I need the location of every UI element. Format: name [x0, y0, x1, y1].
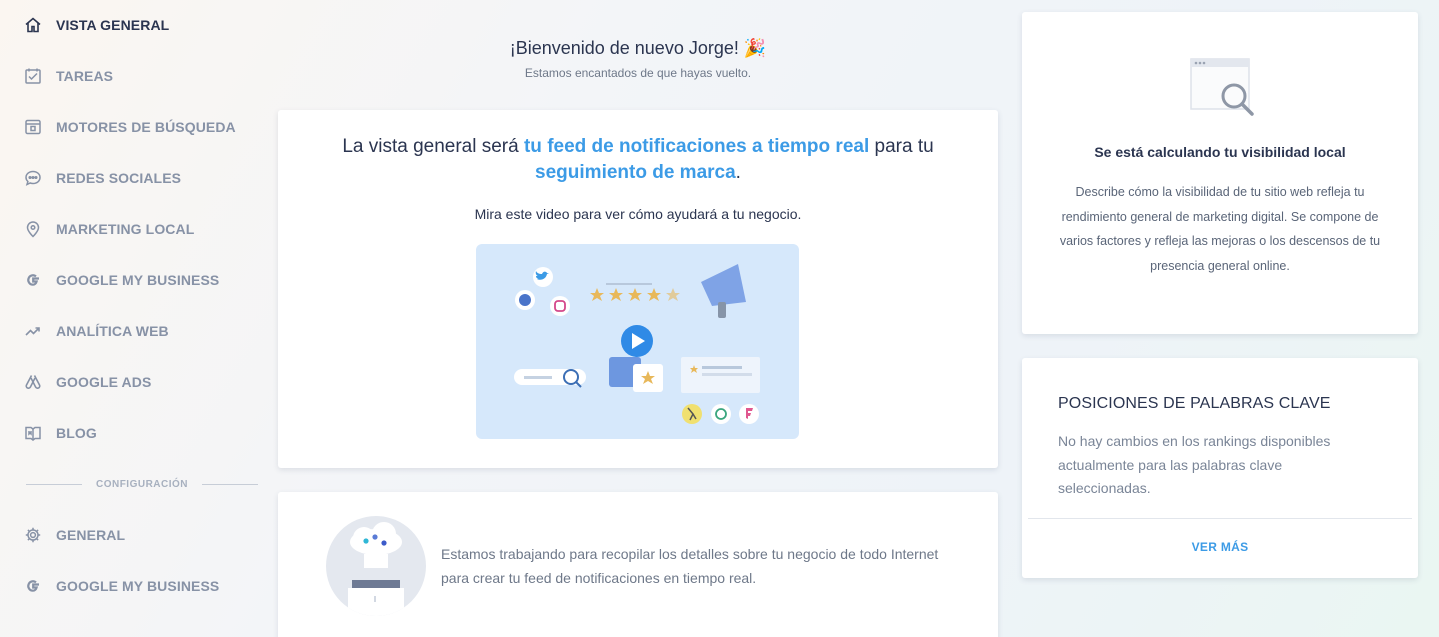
sidebar-item-label: GENERAL — [56, 527, 126, 543]
keyword-positions-card: POSICIONES DE PALABRAS CLAVE No hay camb… — [1022, 358, 1418, 578]
headline-text: . — [735, 162, 741, 183]
sidebar-item-label: MOTORES DE BÚSQUEDA — [56, 119, 236, 135]
settings-section-label: CONFIGURACIÓN — [95, 478, 189, 490]
gear-icon — [24, 526, 42, 544]
sidebar-item-general[interactable]: GENERAL — [24, 520, 125, 550]
see-more-link[interactable]: VER MÁS — [1022, 540, 1418, 554]
cloud-server-illustration — [326, 516, 426, 616]
sidebar-item-label: GOOGLE ADS — [56, 374, 152, 390]
play-icon — [621, 325, 653, 357]
headline-highlight: tu feed de notificaciones a tiempo real — [523, 136, 870, 157]
feed-subtitle: Mira este video para ver cómo ayudará a … — [474, 206, 802, 222]
feed-headline: La vista general será tu feed de notific… — [318, 134, 958, 186]
trend-icon — [24, 322, 42, 340]
sidebar-item-redes[interactable]: REDES SOCIALES — [24, 163, 181, 193]
browser-search-icon — [1190, 58, 1256, 118]
megaphone-icon — [701, 264, 746, 318]
visibility-title: Se está calculando tu visibilidad local — [1094, 144, 1346, 160]
sidebar-item-vista-general[interactable]: VISTA GENERAL — [24, 10, 169, 40]
feed-intro-card: La vista general será tu feed de notific… — [278, 110, 998, 468]
instagram-icon — [550, 296, 570, 316]
headline-text: La vista general será — [342, 136, 524, 157]
visibility-description: Describe cómo la visibilidad de tu sitio… — [1059, 185, 1381, 273]
sidebar-item-label: ANALÍTICA WEB — [56, 323, 169, 339]
sidebar-item-analitica[interactable]: ANALÍTICA WEB — [24, 316, 169, 346]
sidebar-item-google-my-business[interactable]: GOOGLE MY BUSINESS — [24, 265, 219, 295]
google-icon — [24, 271, 42, 289]
divider — [1028, 518, 1412, 519]
sidebar-item-label: TAREAS — [56, 68, 114, 84]
sidebar-item-settings-gmb[interactable]: GOOGLE MY BUSINESS — [24, 571, 219, 601]
sidebar-item-label: GOOGLE MY BUSINESS — [56, 578, 220, 594]
headline-highlight: seguimiento de marca — [535, 162, 736, 183]
map-pin-icon — [24, 220, 42, 238]
sidebar-item-marketing-local[interactable]: MARKETING LOCAL — [24, 214, 194, 244]
headline-text: para tu — [869, 136, 934, 157]
facebook-icon — [515, 290, 535, 310]
search-bar-illustration — [514, 369, 586, 388]
sidebar-item-tareas[interactable]: TAREAS — [24, 61, 113, 91]
chat-icon — [24, 169, 42, 187]
google-icon — [24, 577, 42, 595]
home-icon — [24, 16, 42, 34]
sidebar: VISTA GENERAL TAREAS MOTORES DE BÚSQUEDA… — [0, 0, 270, 637]
sidebar-item-label: GOOGLE MY BUSINESS — [56, 272, 220, 288]
local-visibility-card: Se está calculando tu visibilidad local … — [1022, 12, 1418, 334]
book-icon — [24, 424, 42, 442]
sidebar-item-blog[interactable]: BLOG — [24, 418, 97, 448]
keyword-positions-title: POSICIONES DE PALABRAS CLAVE — [1058, 395, 1331, 412]
browser-icon — [24, 118, 42, 136]
checkbox-icon — [24, 67, 42, 85]
sidebar-item-label: BLOG — [56, 425, 97, 441]
sidebar-item-label: MARKETING LOCAL — [56, 221, 195, 237]
sidebar-item-label: REDES SOCIALES — [56, 170, 182, 186]
sidebar-item-label: VISTA GENERAL — [56, 17, 170, 33]
welcome-subtitle: Estamos encantados de que hayas vuelto. — [524, 66, 752, 80]
rating-stars — [590, 288, 680, 301]
settings-section-divider: CONFIGURACIÓN — [26, 476, 258, 492]
keyword-positions-description: No hay cambios en los rankings disponibl… — [1058, 433, 1331, 496]
sidebar-item-motores[interactable]: MOTORES DE BÚSQUEDA — [24, 112, 236, 142]
twitter-icon — [533, 267, 553, 287]
intro-video-thumbnail[interactable] — [476, 244, 799, 439]
google-ads-icon — [24, 373, 42, 391]
welcome-title: ¡Bienvenido de nuevo Jorge! 🎉 — [509, 38, 767, 58]
review-card-illustration — [681, 357, 760, 393]
working-card: Estamos trabajando para recopilar los de… — [278, 492, 998, 637]
sidebar-item-google-ads[interactable]: GOOGLE ADS — [24, 367, 151, 397]
working-message: Estamos trabajando para recopilar los de… — [441, 546, 939, 586]
